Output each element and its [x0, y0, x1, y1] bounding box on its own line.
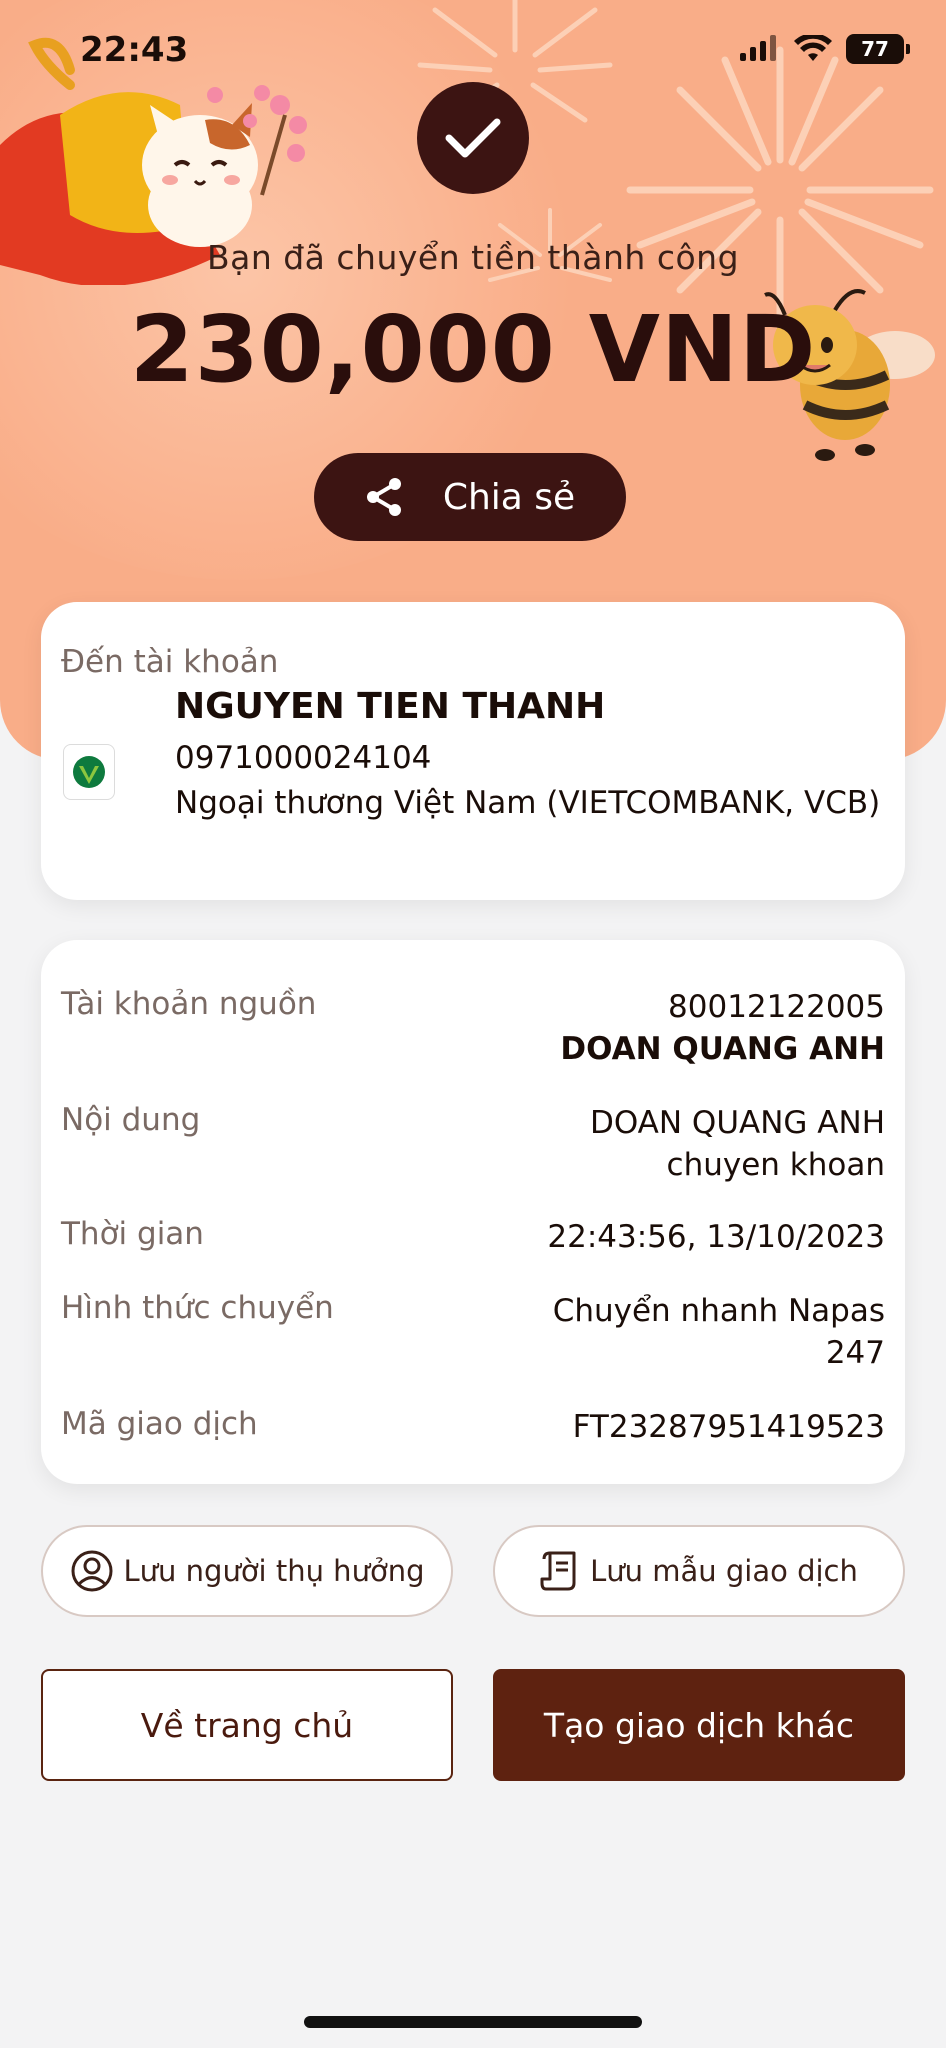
receipt-icon: [540, 1551, 576, 1591]
success-check-icon: [417, 82, 529, 194]
method-line-1: Chuyển nhanh Napas: [552, 1293, 885, 1329]
content-row: Nội dung DOAN QUANG ANH chuyen khoan: [61, 1102, 885, 1186]
battery-icon: 77: [846, 34, 910, 64]
save-template-label: Lưu mẫu giao dịch: [590, 1554, 858, 1588]
method-label: Hình thức chuyển: [61, 1290, 334, 1326]
recipient-bank-name: Ngoại thương Việt Nam (VIETCOMBANK, VCB): [175, 785, 881, 821]
content-label: Nội dung: [61, 1102, 201, 1138]
content-line-2: chuyen khoan: [666, 1147, 885, 1183]
source-account-row: Tài khoản nguồn 80012122005 DOAN QUANG A…: [61, 986, 885, 1070]
time-row: Thời gian 22:43:56, 13/10/2023: [61, 1216, 885, 1258]
source-account-number: 80012122005: [668, 989, 885, 1025]
recipient-account-number: 0971000024104: [175, 740, 432, 776]
home-indicator[interactable]: [304, 2016, 642, 2028]
content-line-1: DOAN QUANG ANH: [589, 1105, 885, 1141]
save-beneficiary-label: Lưu người thụ hưởng: [123, 1554, 425, 1588]
transaction-id-value: FT23287951419523: [572, 1409, 885, 1445]
recipient-name: NGUYEN TIEN THANH: [175, 686, 606, 727]
share-icon: [366, 478, 401, 516]
transaction-id-row: Mã giao dịch FT23287951419523: [61, 1406, 885, 1448]
transaction-details-card: Tài khoản nguồn 80012122005 DOAN QUANG A…: [41, 940, 905, 1484]
signal-icon: [740, 35, 776, 61]
user-icon: [71, 1550, 113, 1592]
source-account-name: DOAN QUANG ANH: [560, 1031, 885, 1067]
status-icons: 77: [740, 34, 910, 64]
new-transaction-button[interactable]: Tạo giao dịch khác: [493, 1669, 905, 1781]
share-label: Chia sẻ: [442, 476, 576, 518]
method-line-2: 247: [825, 1335, 885, 1371]
share-button[interactable]: Chia sẻ: [314, 453, 626, 541]
time-value: 22:43:56, 13/10/2023: [547, 1219, 885, 1255]
save-template-button[interactable]: Lưu mẫu giao dịch: [493, 1525, 905, 1617]
transaction-id-label: Mã giao dịch: [61, 1406, 258, 1442]
wifi-icon: [794, 35, 832, 61]
content-value: DOAN QUANG ANH chuyen khoan: [590, 1102, 885, 1186]
success-message: Bạn đã chuyển tiền thành công: [206, 238, 740, 277]
method-row: Hình thức chuyển Chuyển nhanh Napas 247: [61, 1290, 885, 1374]
home-button[interactable]: Về trang chủ: [41, 1669, 453, 1781]
vietcombank-logo-icon: [63, 744, 115, 800]
time-label: Thời gian: [61, 1216, 204, 1252]
method-value: Chuyển nhanh Napas 247: [553, 1290, 885, 1374]
transfer-amount: 230,000 VND: [129, 296, 817, 403]
battery-level: 77: [861, 37, 889, 61]
recipient-card: Đến tài khoản NGUYEN TIEN THANH 09710000…: [41, 602, 905, 900]
save-beneficiary-button[interactable]: Lưu người thụ hưởng: [41, 1525, 453, 1617]
recipient-label: Đến tài khoản: [61, 644, 279, 680]
source-account-label: Tài khoản nguồn: [61, 986, 317, 1022]
source-account-value: 80012122005 DOAN QUANG ANH: [560, 986, 885, 1070]
